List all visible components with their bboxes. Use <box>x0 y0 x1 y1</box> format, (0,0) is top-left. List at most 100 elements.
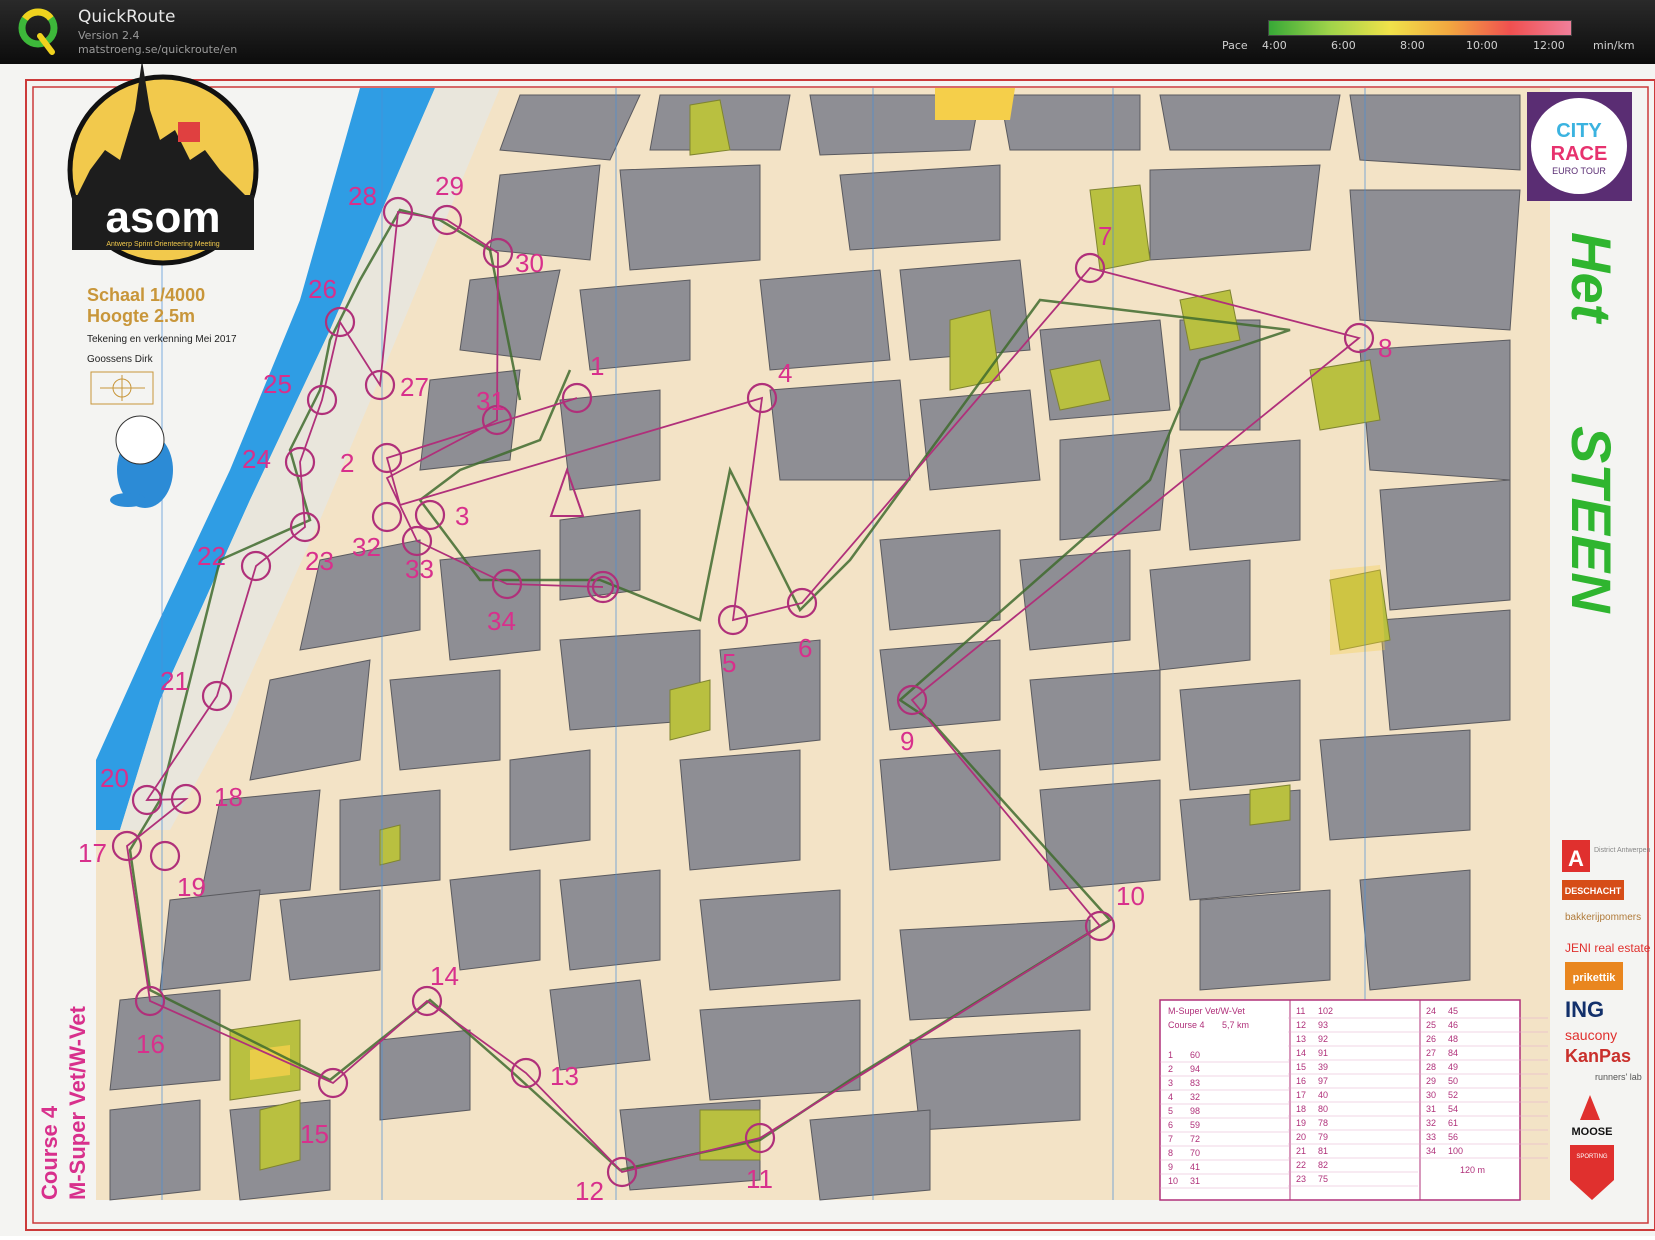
control-number: 5 <box>722 648 736 678</box>
pace-label: Pace <box>1222 39 1248 52</box>
control-number: 34 <box>487 606 516 636</box>
sheet-control-code: 50 <box>1448 1076 1458 1086</box>
sheet-control-code: 54 <box>1448 1104 1458 1114</box>
sheet-control-number: 27 <box>1426 1048 1436 1058</box>
sheet-header: M-Super Vet/W-Vet <box>1168 1006 1245 1016</box>
area-title-het: Het <box>1560 232 1623 325</box>
sheet-control-code: 46 <box>1448 1020 1458 1030</box>
sheet-control-number: 22 <box>1296 1160 1306 1170</box>
sheet-control-number: 18 <box>1296 1104 1306 1114</box>
control-number: 11 <box>746 1164 773 1194</box>
sheet-control-number: 4 <box>1168 1092 1173 1102</box>
sheet-control-number: 10 <box>1168 1176 1178 1186</box>
control-number: 24 <box>242 444 271 474</box>
area-title-steen: STEEN <box>1560 426 1623 614</box>
control-number: 13 <box>550 1061 579 1091</box>
pace-tick: 6:00 <box>1331 39 1356 52</box>
control-number: 33 <box>405 554 434 584</box>
control-number: 20 <box>100 763 129 793</box>
sheet-control-number: 33 <box>1426 1132 1436 1142</box>
sheet-control-number: 9 <box>1168 1162 1173 1172</box>
sponsor-name: bakkerijpommers <box>1565 912 1641 923</box>
svg-text:A: A <box>1568 846 1584 871</box>
control-number: 17 <box>78 838 107 868</box>
sheet-control-number: 6 <box>1168 1120 1173 1130</box>
sheet-control-number: 23 <box>1296 1174 1306 1184</box>
sponsor-name: DESCHACHT <box>1565 886 1622 896</box>
app-url[interactable]: matstroeng.se/quickroute/en <box>78 43 237 56</box>
sheet-control-number: 30 <box>1426 1090 1436 1100</box>
control-number: 14 <box>430 961 459 991</box>
quickroute-q-logo-icon <box>18 8 58 55</box>
sheet-control-code: 39 <box>1318 1062 1328 1072</box>
title-bar: QuickRoute Version 2.4 matstroeng.se/qui… <box>0 0 1655 64</box>
sheet-control-number: 29 <box>1426 1076 1436 1086</box>
map-scale: Schaal 1/4000 <box>87 285 205 305</box>
control-number: 22 <box>197 541 226 571</box>
drawing-note: Tekening en verkenning Mei 2017 <box>87 334 237 345</box>
sheet-control-code: 41 <box>1190 1162 1200 1172</box>
sheet-control-code: 79 <box>1318 1132 1328 1142</box>
course-number: Course 4 <box>37 1105 62 1200</box>
sheet-control-number: 17 <box>1296 1090 1306 1100</box>
sheet-control-number: 14 <box>1296 1048 1306 1058</box>
sponsor-name: KanPas <box>1565 1046 1631 1066</box>
sheet-control-number: 11 <box>1296 1006 1305 1016</box>
control-number: 23 <box>305 546 334 576</box>
sheet-control-code: 72 <box>1190 1134 1200 1144</box>
sheet-control-code: 40 <box>1318 1090 1328 1100</box>
pace-tick: 10:00 <box>1466 39 1498 52</box>
sheet-control-code: 32 <box>1190 1092 1200 1102</box>
pace-unit: min/km <box>1593 39 1635 52</box>
control-number: 25 <box>263 369 292 399</box>
sheet-control-number: 3 <box>1168 1078 1173 1088</box>
app-version: Version 2.4 <box>78 29 140 42</box>
sheet-control-number: 2 <box>1168 1064 1173 1074</box>
control-number: 21 <box>160 666 189 696</box>
control-number: 16 <box>136 1029 165 1059</box>
sheet-control-code: 80 <box>1318 1104 1328 1114</box>
orienteering-map[interactable]: 1 2 3 4 5 6 7 8 9 10 11 12 13 14 15 16 1… <box>0 60 1655 1236</box>
asom-subtitle: Antwerp Sprint Orienteering Meeting <box>106 241 219 248</box>
sheet-finish-distance: 120 m <box>1460 1165 1485 1175</box>
sponsor-name: MOOSE <box>1572 1126 1613 1138</box>
control-number: 9 <box>900 726 914 756</box>
control-number: 2 <box>340 448 354 478</box>
pace-tick: 4:00 <box>1262 39 1287 52</box>
map-canvas[interactable]: 1 2 3 4 5 6 7 8 9 10 11 12 13 14 15 16 1… <box>0 60 1655 1236</box>
sheet-control-code: 75 <box>1318 1174 1328 1184</box>
sheet-control-code: 83 <box>1190 1078 1200 1088</box>
sheet-control-number: 8 <box>1168 1148 1173 1158</box>
pace-color-scale <box>1268 20 1572 36</box>
control-number: 30 <box>515 248 544 278</box>
sheet-control-code: 100 <box>1448 1146 1463 1156</box>
sheet-control-code: 52 <box>1448 1090 1458 1100</box>
control-number: 31 <box>476 386 505 416</box>
control-number: 4 <box>778 358 792 388</box>
sheet-control-number: 5 <box>1168 1106 1173 1116</box>
control-number: 8 <box>1378 333 1392 363</box>
sponsor-name: saucony <box>1565 1027 1617 1043</box>
control-number: 27 <box>400 372 429 402</box>
sheet-control-code: 81 <box>1318 1146 1328 1156</box>
sheet-control-code: 78 <box>1318 1118 1328 1128</box>
sheet-control-code: 31 <box>1190 1176 1200 1186</box>
sheet-control-code: 49 <box>1448 1062 1458 1072</box>
sheet-control-code: 56 <box>1448 1132 1458 1142</box>
control-number: 32 <box>352 532 381 562</box>
sheet-control-number: 20 <box>1296 1132 1306 1142</box>
map-contour: Hoogte 2.5m <box>87 306 195 326</box>
sheet-control-number: 31 <box>1426 1104 1436 1114</box>
sheet-control-code: 70 <box>1190 1148 1200 1158</box>
sheet-control-number: 34 <box>1426 1146 1436 1156</box>
sheet-control-number: 19 <box>1296 1118 1306 1128</box>
sponsor-name: SPORTING <box>1576 1154 1608 1160</box>
course-class: M-Super Vet/W-Vet <box>65 1005 90 1200</box>
sheet-control-number: 21 <box>1296 1146 1306 1156</box>
sheet-control-code: 45 <box>1448 1006 1458 1016</box>
sheet-control-number: 25 <box>1426 1020 1436 1030</box>
map-author: Goossens Dirk <box>87 354 154 365</box>
control-number: 26 <box>308 274 337 304</box>
sponsor-name: ING <box>1565 997 1604 1022</box>
sheet-control-number: 32 <box>1426 1118 1436 1128</box>
